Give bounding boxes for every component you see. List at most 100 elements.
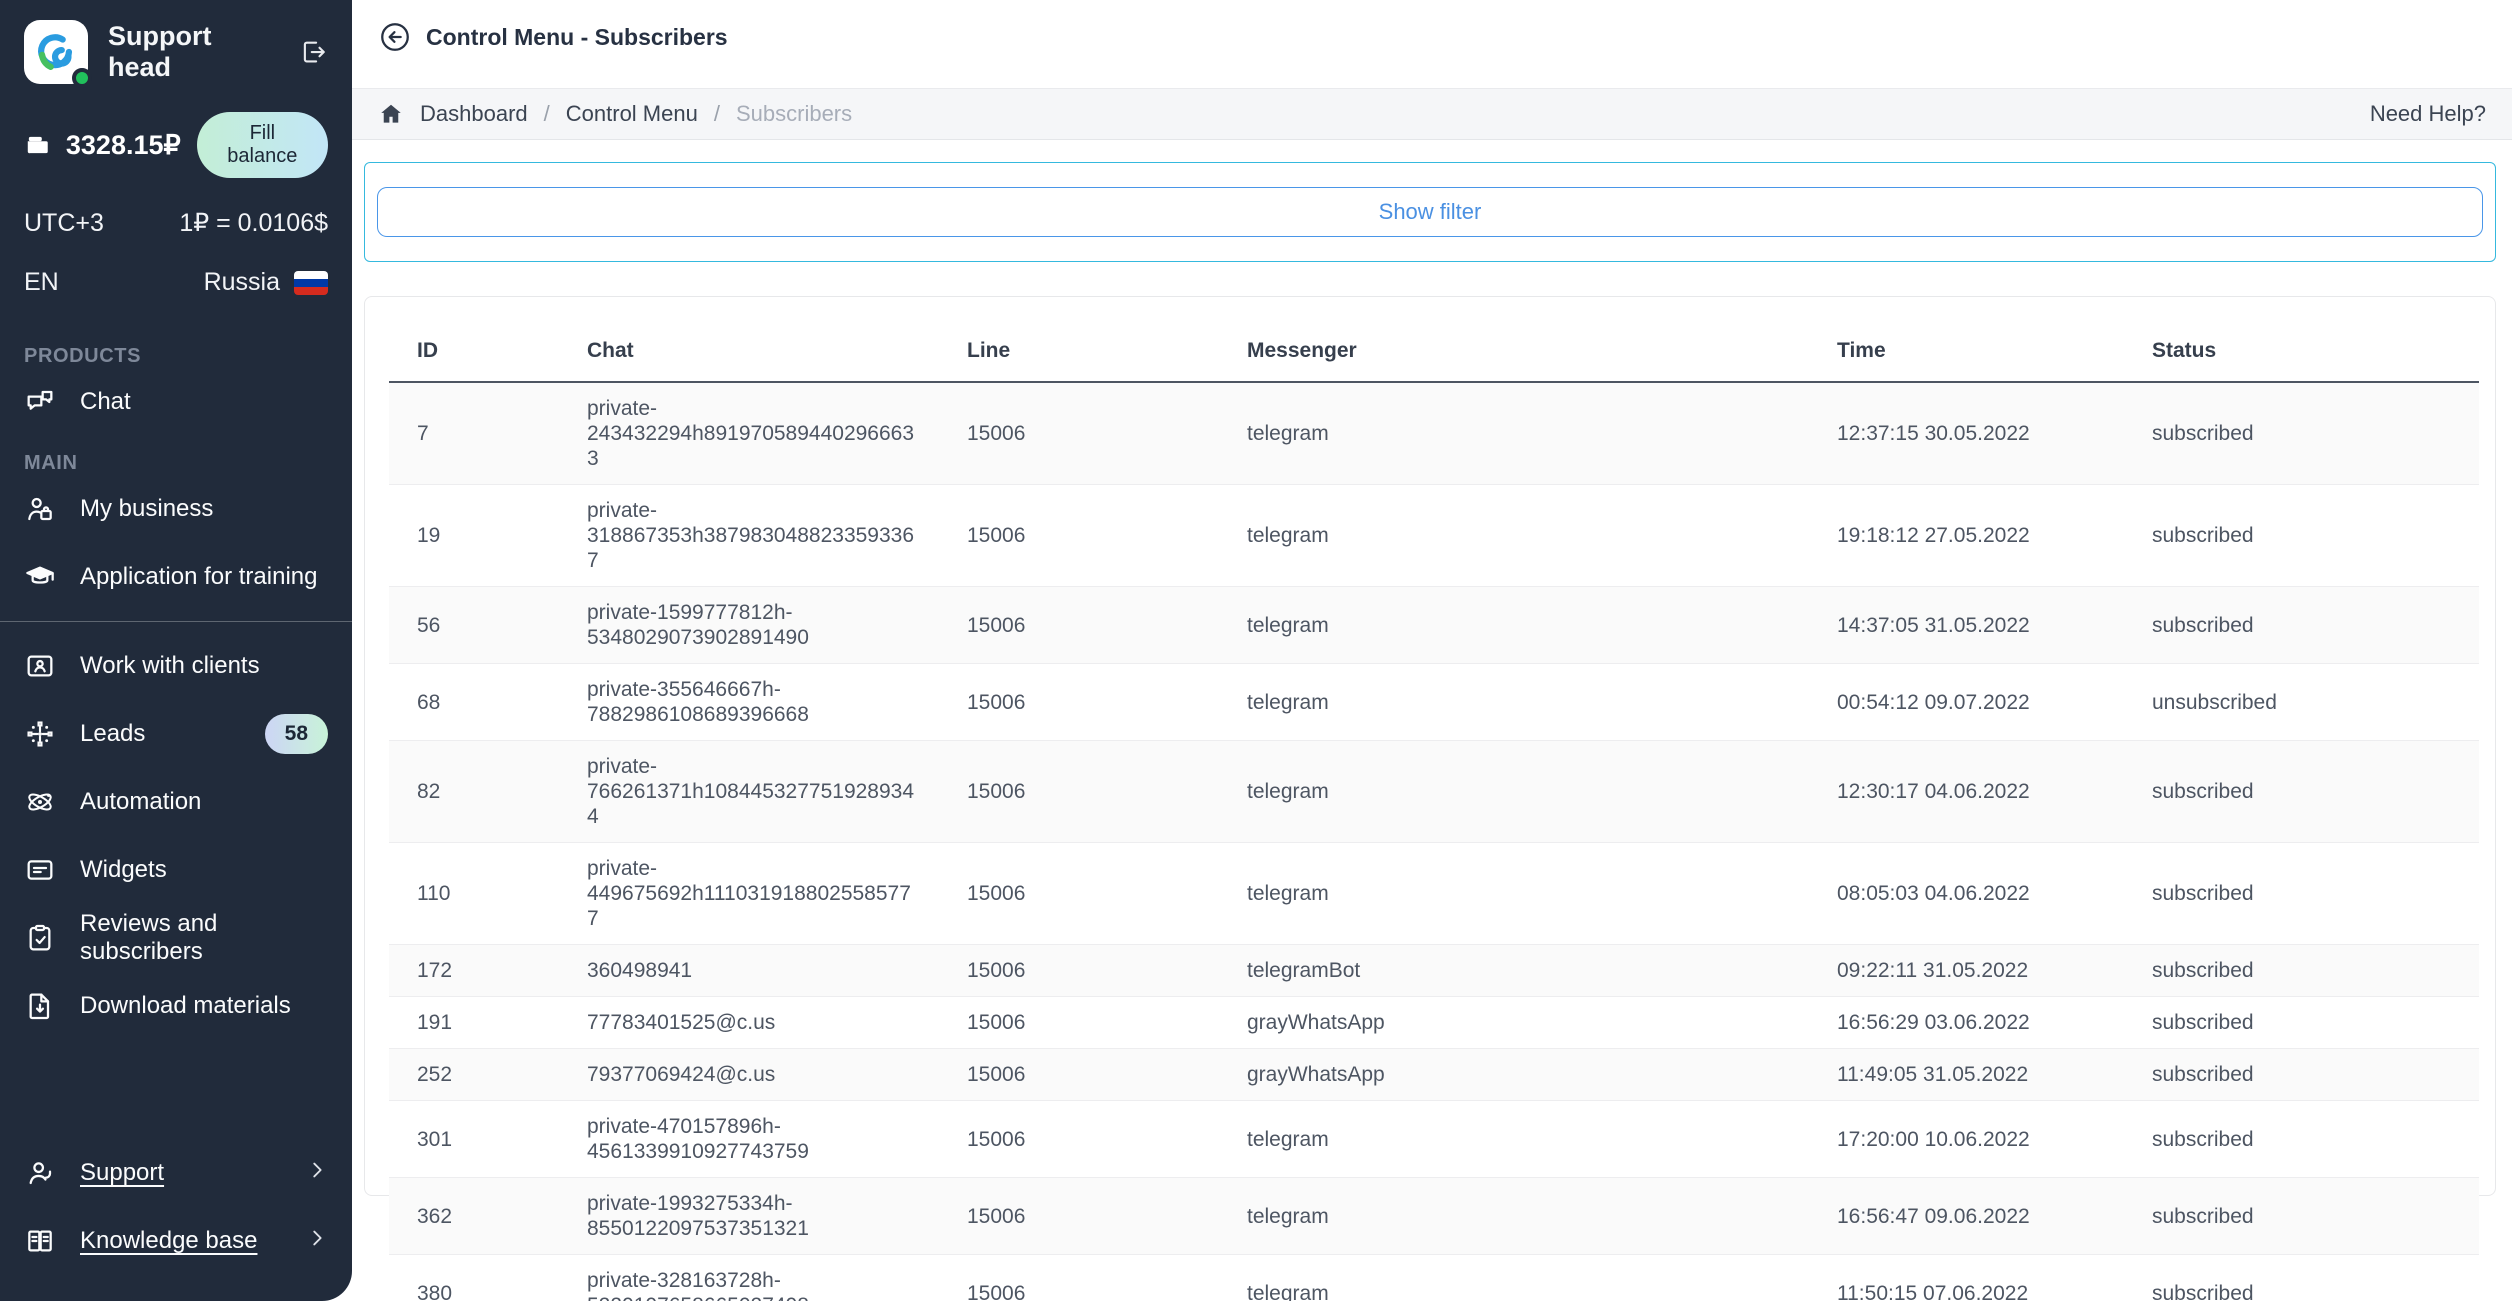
cell-id: 19 <box>389 485 559 587</box>
exchange-rate-label: 1₽ = 0.0106$ <box>179 208 328 238</box>
cell-line: 15006 <box>939 1101 1219 1178</box>
content: Show filter ID Chat Line Messenger <box>352 140 2512 1301</box>
sidebar-item-knowledge-base[interactable]: Knowledge base <box>0 1207 352 1275</box>
cell-time: 12:37:15 30.05.2022 <box>1809 382 2124 485</box>
breadcrumb: Dashboard / Control Menu / Subscribers <box>378 101 852 127</box>
need-help-link[interactable]: Need Help? <box>2370 101 2486 127</box>
table-row[interactable]: 7 private-243432294h8919705894402966633 … <box>389 382 2479 485</box>
online-status-dot <box>72 68 92 88</box>
person-briefcase-icon <box>24 493 56 525</box>
sidebar-item-work-with-clients[interactable]: Work with clients <box>0 632 352 700</box>
cell-status: subscribed <box>2124 997 2479 1049</box>
sidebar-item-leads[interactable]: Leads 58 <box>0 700 352 768</box>
show-filter-button[interactable]: Show filter <box>377 187 2483 237</box>
home-icon[interactable] <box>378 101 404 127</box>
cell-time: 17:20:00 10.06.2022 <box>1809 1101 2124 1178</box>
table-row[interactable]: 110 private-449675692h111031918802558577… <box>389 843 2479 945</box>
sidebar-item-chat[interactable]: Chat <box>0 368 352 436</box>
cell-line: 15006 <box>939 843 1219 945</box>
cell-id: 7 <box>389 382 559 485</box>
cell-messenger: telegram <box>1219 843 1809 945</box>
cell-messenger: grayWhatsApp <box>1219 1049 1809 1101</box>
table-row[interactable]: 191 77783401525@c.us 15006 grayWhatsApp … <box>389 997 2479 1049</box>
cell-id: 56 <box>389 587 559 664</box>
sidebar-item-label: Support <box>80 1159 282 1187</box>
cell-chat: private-766261371h1084453277519289344 <box>559 741 939 843</box>
balance-amount: 3328.15₽ <box>66 130 181 161</box>
sidebar-item-widgets[interactable]: Widgets <box>0 836 352 904</box>
cell-status: subscribed <box>2124 1101 2479 1178</box>
section-main: MAIN <box>0 452 352 475</box>
table-row[interactable]: 56 private-1599777812h-53480290739028914… <box>389 587 2479 664</box>
book-icon <box>24 1225 56 1257</box>
table-row[interactable]: 19 private-318867353h3879830488233593367… <box>389 485 2479 587</box>
cell-chat: 79377069424@c.us <box>559 1049 939 1101</box>
sidebar-item-my-business[interactable]: My business <box>0 475 352 543</box>
cell-id: 362 <box>389 1178 559 1255</box>
topbar: Control Menu - Subscribers <box>352 0 2512 88</box>
cell-time: 16:56:29 03.06.2022 <box>1809 997 2124 1049</box>
breadcrumb-separator: / <box>714 101 720 127</box>
workspace-header: Support head <box>0 0 352 84</box>
column-header-chat: Chat <box>559 323 939 382</box>
cell-messenger: telegram <box>1219 1178 1809 1255</box>
cell-chat: private-328163728h-5220107658665027408 <box>559 1255 939 1301</box>
client-card-icon <box>24 650 56 682</box>
cell-time: 12:30:17 04.06.2022 <box>1809 741 2124 843</box>
sidebar-item-label: Application for training <box>80 563 328 591</box>
app-logo <box>24 20 88 84</box>
cell-id: 380 <box>389 1255 559 1301</box>
language-label: EN <box>24 268 59 297</box>
cell-time: 14:37:05 31.05.2022 <box>1809 587 2124 664</box>
subscribers-table: ID Chat Line Messenger Time Status 7 pri… <box>389 323 2479 1301</box>
cell-line: 15006 <box>939 741 1219 843</box>
support-agent-icon <box>24 1157 56 1189</box>
cell-time: 19:18:12 27.05.2022 <box>1809 485 2124 587</box>
russia-flag-icon <box>294 271 328 295</box>
sidebar-item-label: Chat <box>80 388 328 416</box>
breadcrumb-separator: / <box>544 101 550 127</box>
cell-status: subscribed <box>2124 382 2479 485</box>
table-row[interactable]: 68 private-355646667h-788298610868939666… <box>389 664 2479 741</box>
main-area: Control Menu - Subscribers Dashboard / C… <box>352 0 2512 1301</box>
workspace-name: Support head <box>108 21 278 83</box>
breadcrumb-dashboard[interactable]: Dashboard <box>420 101 528 127</box>
table-row[interactable]: 82 private-766261371h1084453277519289344… <box>389 741 2479 843</box>
fill-balance-button[interactable]: Fill balance <box>197 112 328 178</box>
atom-icon <box>24 786 56 818</box>
brand-logo-icon <box>33 29 79 75</box>
chevron-right-icon <box>306 1159 328 1188</box>
cell-status: unsubscribed <box>2124 664 2479 741</box>
back-button[interactable] <box>378 20 412 54</box>
cell-messenger: telegram <box>1219 741 1809 843</box>
timezone-row: UTC+3 1₽ = 0.0106$ <box>0 208 352 238</box>
sidebar-item-automation[interactable]: Automation <box>0 768 352 836</box>
subscribers-table-body: 7 private-243432294h8919705894402966633 … <box>389 382 2479 1301</box>
clipboard-check-icon <box>24 922 56 954</box>
cell-line: 15006 <box>939 1178 1219 1255</box>
file-download-icon <box>24 990 56 1022</box>
cell-messenger: telegramBot <box>1219 945 1809 997</box>
sidebar-item-support[interactable]: Support <box>0 1139 352 1207</box>
balance-row: 3328.15₽ Fill balance <box>0 112 352 178</box>
breadcrumb-control-menu[interactable]: Control Menu <box>566 101 698 127</box>
wallet-icon <box>24 130 50 160</box>
cell-chat: private-318867353h3879830488233593367 <box>559 485 939 587</box>
sidebar-item-application-for-training[interactable]: Application for training <box>0 543 352 611</box>
table-row[interactable]: 252 79377069424@c.us 15006 grayWhatsApp … <box>389 1049 2479 1101</box>
subscribers-table-card: ID Chat Line Messenger Time Status 7 pri… <box>364 296 2496 1196</box>
table-row[interactable]: 172 360498941 15006 telegramBot 09:22:11… <box>389 945 2479 997</box>
cell-time: 00:54:12 09.07.2022 <box>1809 664 2124 741</box>
cell-id: 252 <box>389 1049 559 1101</box>
table-row[interactable]: 380 private-328163728h-52201076586650274… <box>389 1255 2479 1301</box>
logout-icon[interactable] <box>298 37 328 67</box>
cell-line: 15006 <box>939 664 1219 741</box>
cell-time: 09:22:11 31.05.2022 <box>1809 945 2124 997</box>
table-row[interactable]: 301 private-470157896h-45613399109277437… <box>389 1101 2479 1178</box>
sidebar-item-download-materials[interactable]: Download materials <box>0 972 352 1040</box>
cell-time: 11:49:05 31.05.2022 <box>1809 1049 2124 1101</box>
table-row[interactable]: 362 private-1993275334h-8550122097537351… <box>389 1178 2479 1255</box>
cell-id: 301 <box>389 1101 559 1178</box>
column-header-status: Status <box>2124 323 2479 382</box>
sidebar-item-reviews-and-subscribers[interactable]: Reviews and subscribers <box>0 904 352 972</box>
